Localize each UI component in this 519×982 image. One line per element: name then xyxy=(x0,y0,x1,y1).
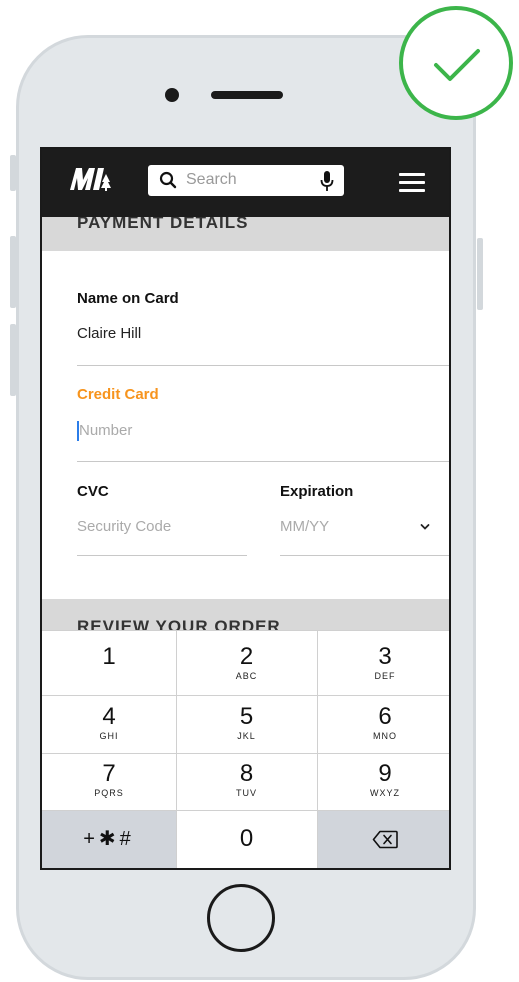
check-circle-icon xyxy=(399,6,513,120)
key-letters: WXYZ xyxy=(370,788,400,798)
key-7[interactable]: 7 PQRS xyxy=(42,761,176,809)
key-1[interactable]: 1 xyxy=(42,644,176,694)
name-on-card-label: Name on Card xyxy=(77,290,179,307)
key-letters: ABC xyxy=(235,671,258,681)
home-button[interactable] xyxy=(207,884,275,952)
key-2[interactable]: 2 ABC xyxy=(176,644,317,694)
app-header: Search xyxy=(42,149,449,217)
earpiece-speaker xyxy=(211,91,283,99)
key-digit: +✱# xyxy=(83,828,135,850)
key-digit: 8 xyxy=(239,760,254,787)
key-3[interactable]: 3 DEF xyxy=(317,643,449,694)
cvc-input[interactable]: Security Code xyxy=(77,518,171,535)
key-digit: 7 xyxy=(102,760,116,787)
expiration-label: Expiration xyxy=(280,483,354,500)
key-letters: PQRS xyxy=(94,788,124,798)
key-letters: JKL xyxy=(237,731,256,741)
front-camera xyxy=(165,88,179,102)
key-symbols[interactable]: +✱# xyxy=(42,826,176,856)
key-letters: DEF xyxy=(374,671,396,681)
key-digit: 6 xyxy=(378,703,392,730)
key-digit: 2 xyxy=(239,643,254,670)
credit-card-number-input[interactable]: Number xyxy=(79,422,132,439)
key-letters: TUV xyxy=(236,788,257,798)
expiration-field-underline xyxy=(280,555,449,556)
name-field-underline xyxy=(77,365,449,366)
hamburger-menu-icon[interactable] xyxy=(399,173,425,195)
numeric-keypad: 1 2 ABC 3 DEF 4 GHI 5 JKL 6 MNO 7 PQRS 8… xyxy=(42,630,449,868)
search-placeholder: Search xyxy=(186,171,237,188)
key-digit: 4 xyxy=(102,703,116,730)
chevron-down-icon[interactable] xyxy=(420,523,430,531)
key-letters: GHI xyxy=(99,731,119,741)
search-input[interactable]: Search xyxy=(148,165,344,196)
key-digit: 5 xyxy=(239,703,254,730)
key-5[interactable]: 5 JKL xyxy=(176,704,317,752)
name-on-card-input[interactable]: Claire Hill xyxy=(77,325,141,342)
brand-logo[interactable] xyxy=(66,166,112,192)
key-digit: 1 xyxy=(102,643,116,670)
microphone-icon[interactable] xyxy=(320,170,334,192)
phone-screen: PAYMENT DETAILS Search Name on Card Clai… xyxy=(40,147,451,870)
key-6[interactable]: 6 MNO xyxy=(317,703,449,752)
power-button xyxy=(477,238,483,310)
cvc-label: CVC xyxy=(77,483,109,500)
key-0[interactable]: 0 xyxy=(176,826,317,856)
key-4[interactable]: 4 GHI xyxy=(42,704,176,752)
search-icon xyxy=(159,171,177,189)
expiration-select[interactable]: MM/YY xyxy=(280,518,329,535)
card-field-underline xyxy=(77,461,449,462)
key-letters: MNO xyxy=(373,731,397,741)
key-digit: 3 xyxy=(378,643,392,670)
key-digit: 0 xyxy=(239,825,254,852)
credit-card-label: Credit Card xyxy=(77,386,159,403)
key-9[interactable]: 9 WXYZ xyxy=(317,760,449,809)
backspace-icon[interactable] xyxy=(372,830,398,849)
cvc-field-underline xyxy=(77,555,247,556)
key-8[interactable]: 8 TUV xyxy=(176,761,317,809)
key-digit: 9 xyxy=(378,760,392,787)
